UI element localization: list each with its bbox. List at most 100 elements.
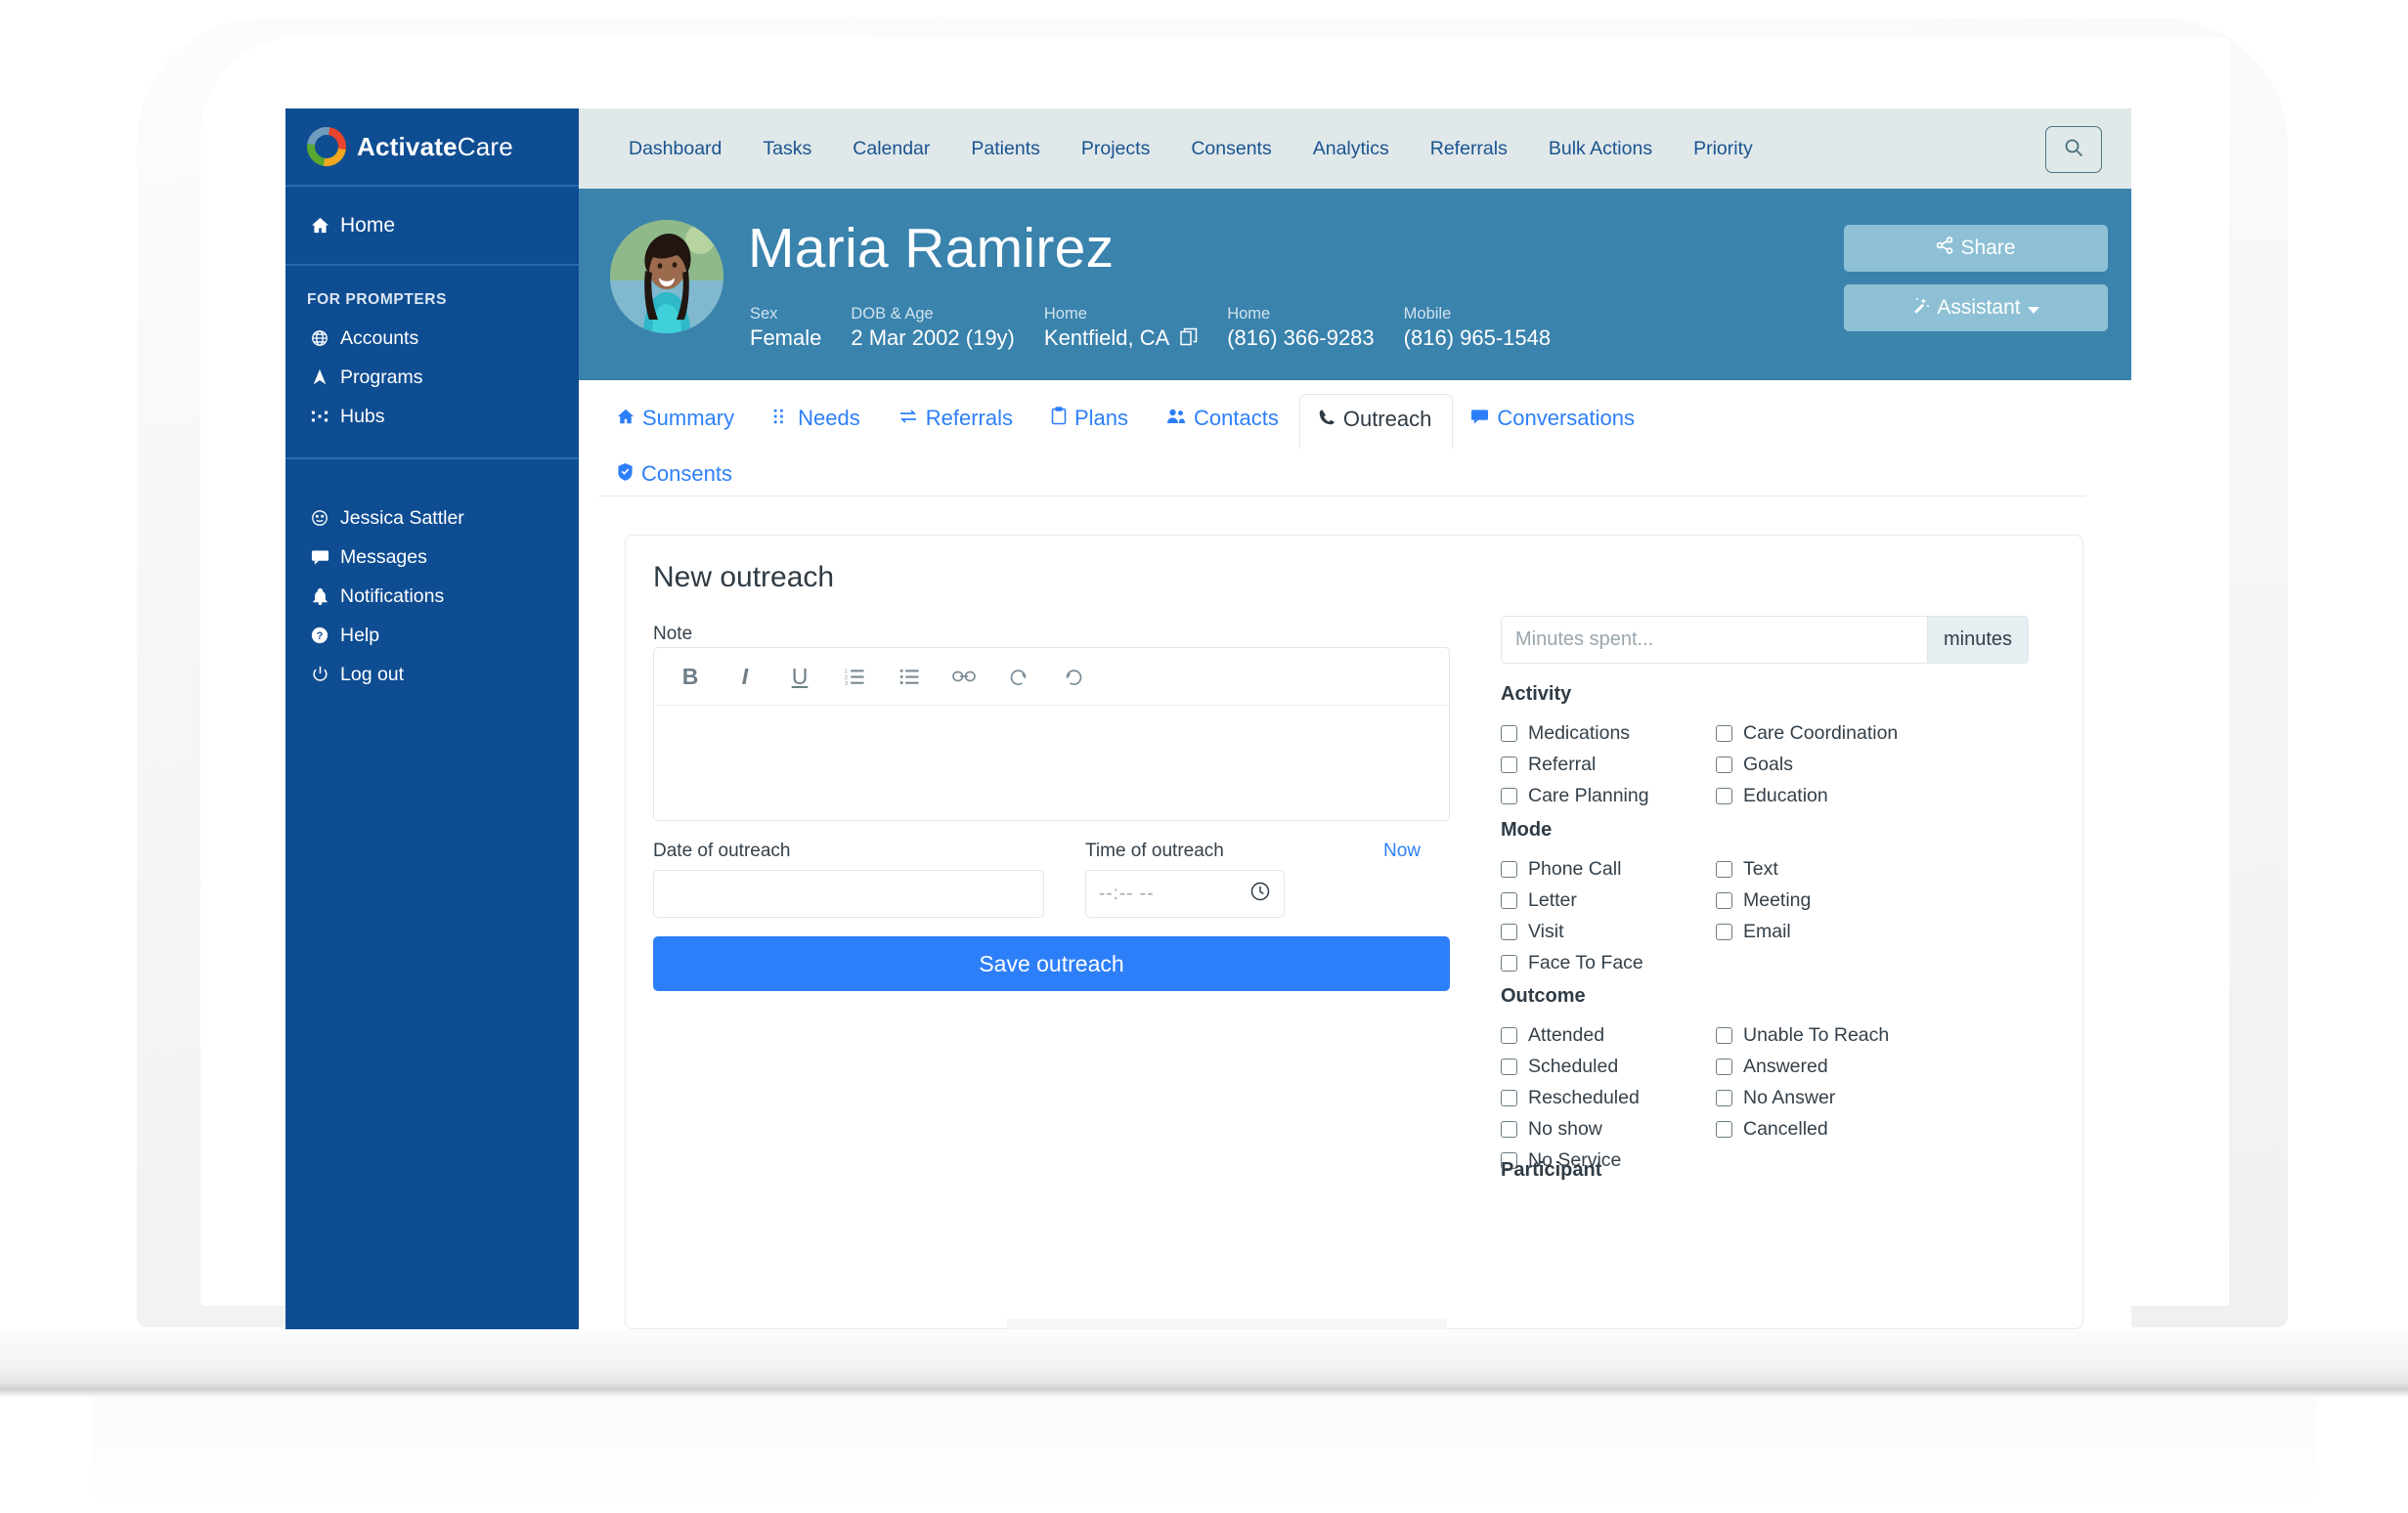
checkbox-box[interactable] bbox=[1501, 1058, 1517, 1075]
nav-dashboard[interactable]: Dashboard bbox=[608, 138, 742, 160]
checkbox-meeting[interactable]: Meeting bbox=[1716, 885, 2034, 916]
tab-summary[interactable]: Summary bbox=[599, 394, 755, 447]
checkbox-scheduled[interactable]: Scheduled bbox=[1501, 1051, 1716, 1082]
checkbox-goals[interactable]: Goals bbox=[1716, 749, 2034, 780]
activity-group: Activity Medications Referral Care Plann… bbox=[1501, 683, 2034, 811]
checkbox-box[interactable] bbox=[1716, 860, 1732, 878]
checkbox-box[interactable] bbox=[1716, 724, 1732, 742]
outcome-group-title: Outcome bbox=[1501, 985, 1586, 1007]
checkbox-box[interactable] bbox=[1501, 860, 1517, 878]
nav-priority[interactable]: Priority bbox=[1673, 138, 1773, 160]
checkbox-box[interactable] bbox=[1501, 954, 1517, 972]
checkbox-box[interactable] bbox=[1716, 1058, 1732, 1075]
sidebar-item-messages[interactable]: Messages bbox=[285, 538, 579, 577]
checkbox-referral[interactable]: Referral bbox=[1501, 749, 1716, 780]
redo-icon[interactable] bbox=[1057, 660, 1090, 693]
sidebar-item-help[interactable]: ? Help bbox=[285, 616, 579, 655]
nav-bulk-actions[interactable]: Bulk Actions bbox=[1528, 138, 1673, 160]
clock-icon[interactable] bbox=[1249, 881, 1271, 907]
meta-home-address-value[interactable]: Kentfield, CA bbox=[1044, 325, 1168, 350]
sidebar-item-home[interactable]: Home bbox=[285, 187, 579, 266]
nav-patients[interactable]: Patients bbox=[950, 138, 1060, 160]
checkbox-care-planning[interactable]: Care Planning bbox=[1501, 780, 1716, 811]
checkbox-cancelled[interactable]: Cancelled bbox=[1716, 1113, 2034, 1145]
tab-conversations[interactable]: Conversations bbox=[1453, 394, 1655, 447]
checkbox-answered[interactable]: Answered bbox=[1716, 1051, 2034, 1082]
checkbox-box[interactable] bbox=[1716, 787, 1732, 804]
nav-analytics[interactable]: Analytics bbox=[1292, 138, 1410, 160]
checkbox-box[interactable] bbox=[1501, 891, 1517, 909]
sidebar-item-log-out[interactable]: Log out bbox=[285, 655, 579, 694]
tab-contacts[interactable]: Contacts bbox=[1149, 394, 1299, 447]
note-input[interactable] bbox=[654, 706, 1449, 820]
tab-referrals[interactable]: Referrals bbox=[881, 394, 1033, 447]
checkbox-box[interactable] bbox=[1501, 724, 1517, 742]
meta-dob-age-value: 2 Mar 2002 (19y) bbox=[851, 325, 1015, 350]
now-link[interactable]: Now bbox=[1383, 841, 1421, 862]
checkbox-box[interactable] bbox=[1501, 923, 1517, 940]
checkbox-box[interactable] bbox=[1716, 1120, 1732, 1138]
copy-icon[interactable] bbox=[1180, 325, 1198, 352]
checkbox-education[interactable]: Education bbox=[1716, 780, 2034, 811]
checkbox-attended[interactable]: Attended bbox=[1501, 1019, 1716, 1051]
card-title: New outreach bbox=[653, 561, 835, 593]
bold-icon[interactable]: B bbox=[674, 660, 707, 693]
bullet-list-icon[interactable] bbox=[893, 660, 926, 693]
undo-icon[interactable] bbox=[1002, 660, 1035, 693]
checkbox-phone-call[interactable]: Phone Call bbox=[1501, 853, 1716, 885]
tab-needs[interactable]: Needs bbox=[755, 394, 881, 447]
mode-group-title: Mode bbox=[1501, 819, 1553, 841]
checkbox-education-label: Education bbox=[1743, 784, 1828, 806]
checkbox-care-coordination[interactable]: Care Coordination bbox=[1716, 717, 2034, 749]
checkbox-box[interactable] bbox=[1501, 787, 1517, 804]
search-button[interactable] bbox=[2045, 126, 2102, 173]
checkbox-email[interactable]: Email bbox=[1716, 916, 2034, 947]
nav-projects[interactable]: Projects bbox=[1061, 138, 1170, 160]
checkbox-box[interactable] bbox=[1716, 1026, 1732, 1044]
checkbox-letter[interactable]: Letter bbox=[1501, 885, 1716, 916]
sidebar-item-notifications[interactable]: Notifications bbox=[285, 577, 579, 616]
checkbox-rescheduled[interactable]: Rescheduled bbox=[1501, 1082, 1716, 1113]
nav-consents[interactable]: Consents bbox=[1170, 138, 1292, 160]
share-button[interactable]: Share bbox=[1844, 225, 2108, 272]
nav-calendar[interactable]: Calendar bbox=[832, 138, 950, 160]
save-outreach-button[interactable]: Save outreach bbox=[653, 936, 1450, 991]
checkbox-box[interactable] bbox=[1716, 891, 1732, 909]
checkbox-no-show[interactable]: No show bbox=[1501, 1113, 1716, 1145]
user-circle-icon bbox=[307, 509, 332, 527]
italic-icon[interactable]: I bbox=[728, 660, 762, 693]
nav-tasks[interactable]: Tasks bbox=[742, 138, 832, 160]
brand[interactable]: ActivateCare bbox=[285, 108, 579, 187]
minutes-spent-input[interactable] bbox=[1501, 616, 1927, 664]
tab-consents[interactable]: Consents bbox=[599, 450, 2131, 502]
date-of-outreach-input[interactable] bbox=[653, 870, 1044, 918]
underline-icon[interactable]: U bbox=[783, 660, 816, 693]
checkbox-medications[interactable]: Medications bbox=[1501, 717, 1716, 749]
time-of-outreach-input[interactable]: --:-- -- bbox=[1085, 870, 1285, 918]
tab-plans[interactable]: Plans bbox=[1033, 394, 1149, 447]
assistant-button[interactable]: Assistant bbox=[1844, 284, 2108, 331]
checkbox-face-to-face[interactable]: Face To Face bbox=[1501, 947, 1716, 978]
checkbox-box[interactable] bbox=[1501, 1089, 1517, 1106]
tab-outreach[interactable]: Outreach bbox=[1298, 394, 1454, 449]
checkbox-box[interactable] bbox=[1716, 756, 1732, 773]
checkbox-visit[interactable]: Visit bbox=[1501, 916, 1716, 947]
sidebar-item-jessica-sattler[interactable]: Jessica Sattler bbox=[285, 498, 579, 538]
checkbox-box[interactable] bbox=[1501, 1120, 1517, 1138]
checkbox-box[interactable] bbox=[1501, 1026, 1517, 1044]
checkbox-text[interactable]: Text bbox=[1716, 853, 2034, 885]
checkbox-care-planning-label: Care Planning bbox=[1528, 784, 1649, 806]
checkbox-unable-to-reach[interactable]: Unable To Reach bbox=[1716, 1019, 2034, 1051]
checkbox-no-answer[interactable]: No Answer bbox=[1716, 1082, 2034, 1113]
sidebar-item-programs[interactable]: Programs bbox=[285, 358, 579, 397]
sidebar-item-hubs[interactable]: Hubs bbox=[285, 397, 579, 436]
shield-check-icon bbox=[617, 461, 634, 487]
ordered-list-icon[interactable]: 123 bbox=[838, 660, 871, 693]
checkbox-box[interactable] bbox=[1501, 756, 1517, 773]
link-icon[interactable] bbox=[947, 660, 981, 693]
sidebar-item-accounts[interactable]: Accounts bbox=[285, 319, 579, 358]
sidebar-section-title: FOR PROMPTERS bbox=[307, 291, 448, 308]
nav-referrals[interactable]: Referrals bbox=[1410, 138, 1528, 160]
checkbox-box[interactable] bbox=[1716, 923, 1732, 940]
checkbox-box[interactable] bbox=[1716, 1089, 1732, 1106]
